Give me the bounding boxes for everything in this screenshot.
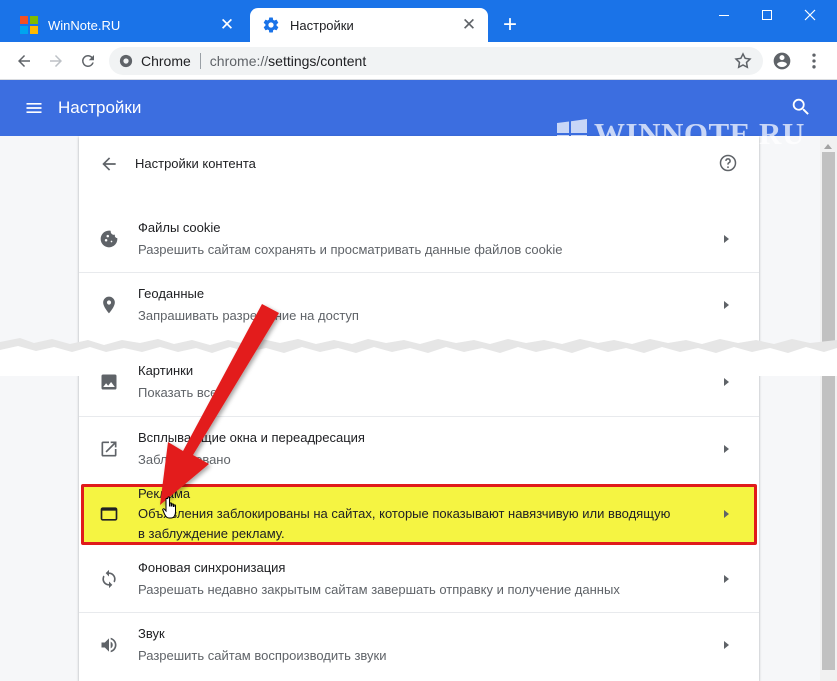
- hamburger-menu-icon[interactable]: [24, 98, 44, 118]
- back-arrow-icon[interactable]: [99, 154, 119, 174]
- title-bar: WinNote.RU ✕ Настройки ✕ +: [0, 0, 837, 42]
- row-subtitle: Показать все: [138, 385, 218, 400]
- browser-toolbar: Chrome chrome://settings/content: [0, 42, 837, 80]
- tab-close-icon[interactable]: ✕: [458, 14, 480, 36]
- volume-icon: [99, 635, 119, 655]
- row-subtitle: Разрешать недавно закрытым сайтам заверш…: [138, 582, 620, 597]
- chevron-right-icon: [724, 445, 729, 453]
- row-cookies[interactable]: Файлы cookie Разрешить сайтам сохранять …: [79, 207, 759, 272]
- profile-avatar-icon[interactable]: [770, 49, 794, 73]
- sync-icon: [99, 569, 119, 589]
- search-icon[interactable]: [790, 96, 812, 118]
- row-title: Всплывающие окна и переадресация: [138, 430, 365, 445]
- row-subtitle-line2: в заблуждение рекламу.: [138, 526, 285, 541]
- chevron-right-icon: [724, 510, 729, 518]
- row-subtitle: Объявления заблокированы на сайтах, кото…: [138, 506, 671, 521]
- row-subtitle: Разрешить сайтам воспроизводить звуки: [138, 648, 387, 663]
- reload-button[interactable]: [76, 49, 100, 73]
- row-title: Фоновая синхронизация: [138, 560, 286, 575]
- tab-close-icon[interactable]: ✕: [216, 14, 238, 36]
- hand-cursor-icon: [162, 496, 182, 520]
- chevron-right-icon: [724, 575, 729, 583]
- bookmark-star-icon[interactable]: [733, 51, 753, 71]
- tab-title: Настройки: [290, 17, 354, 33]
- minimize-window-icon[interactable]: [706, 2, 742, 28]
- row-subtitle: Заблокировано: [138, 452, 231, 467]
- maximize-window-icon[interactable]: [749, 2, 785, 28]
- help-icon[interactable]: [718, 153, 738, 173]
- open-in-new-icon: [99, 439, 119, 459]
- tab-settings[interactable]: Настройки ✕: [250, 8, 488, 42]
- back-button[interactable]: [12, 49, 36, 73]
- scroll-up-arrow-icon[interactable]: [824, 144, 832, 149]
- row-title: Файлы cookie: [138, 220, 221, 235]
- row-title: Звук: [138, 626, 165, 641]
- gear-icon: [262, 16, 280, 34]
- image-icon: [99, 372, 119, 392]
- chevron-right-icon: [724, 641, 729, 649]
- winnote-favicon-icon: [20, 16, 38, 34]
- row-background-sync[interactable]: Фоновая синхронизация Разрешать недавно …: [79, 547, 759, 612]
- row-title: Геоданные: [138, 286, 205, 301]
- close-window-icon[interactable]: [792, 2, 828, 28]
- site-label: Chrome: [141, 53, 191, 69]
- row-popups[interactable]: Всплывающие окна и переадресация Заблоки…: [79, 416, 759, 481]
- chevron-right-icon: [724, 378, 729, 386]
- menu-kebab-icon[interactable]: [802, 49, 826, 73]
- tab-winnote[interactable]: WinNote.RU ✕: [6, 8, 246, 42]
- row-subtitle: Запрашивать разрешение на доступ: [138, 308, 359, 323]
- chrome-logo-icon: [119, 54, 133, 68]
- url-text: chrome://settings/content: [209, 53, 367, 69]
- separator: [199, 53, 201, 69]
- chevron-right-icon: [724, 235, 729, 243]
- page-title: Настройки контента: [135, 156, 256, 171]
- tab-title: WinNote.RU: [48, 17, 121, 33]
- settings-title: Настройки: [58, 98, 142, 117]
- content-settings-header: Настройки контента: [79, 136, 759, 192]
- scrollbar-thumb[interactable]: [822, 152, 835, 670]
- ads-window-icon: [99, 504, 119, 524]
- cookie-icon: [99, 229, 119, 249]
- row-subtitle: Разрешить сайтам сохранять и просматрива…: [138, 242, 563, 257]
- address-bar[interactable]: Chrome chrome://settings/content: [109, 47, 763, 75]
- forward-button[interactable]: [44, 49, 68, 73]
- location-icon: [99, 295, 119, 315]
- row-title: Картинки: [138, 363, 194, 378]
- new-tab-button[interactable]: +: [498, 13, 522, 38]
- chevron-right-icon: [724, 301, 729, 309]
- site-info[interactable]: Chrome: [119, 53, 191, 69]
- row-images[interactable]: Картинки Показать все: [79, 350, 759, 415]
- row-sound[interactable]: Звук Разрешить сайтам воспроизводить зву…: [79, 612, 759, 677]
